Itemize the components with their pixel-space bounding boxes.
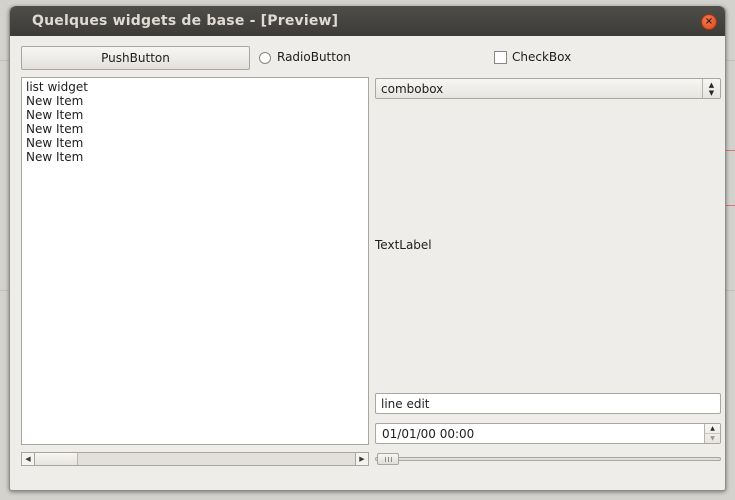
grip-line (385, 457, 386, 462)
list-item[interactable]: New Item (26, 136, 364, 150)
list-item[interactable]: New Item (26, 150, 364, 164)
datetime-value: 01/01/00 00:00 (382, 427, 475, 441)
close-icon[interactable]: × (701, 14, 717, 30)
title-bar: Quelques widgets de base - [Preview] × (10, 6, 725, 36)
list-item[interactable]: New Item (26, 108, 364, 122)
arrow-left-icon[interactable]: ◀ (22, 453, 35, 465)
preview-window: Quelques widgets de base - [Preview] × P… (9, 6, 726, 491)
window-title: Quelques widgets de base - [Preview] (32, 13, 339, 29)
background-line (726, 205, 735, 206)
combobox[interactable]: combobox ▲ ▼ (375, 78, 721, 99)
datetime-spinner[interactable]: ▲ ▼ (704, 424, 720, 443)
slider-groove (375, 457, 721, 461)
arrow-down-icon[interactable]: ▼ (705, 434, 720, 443)
slider-handle[interactable] (377, 453, 399, 465)
horizontal-slider[interactable] (375, 453, 721, 465)
radio-button-label[interactable]: RadioButton (277, 50, 351, 64)
updown-chevron-icon: ▲ ▼ (702, 79, 720, 98)
radio-button[interactable] (259, 52, 271, 64)
list-item[interactable]: list widget (26, 80, 364, 94)
grip-line (388, 457, 389, 462)
list-item[interactable]: New Item (26, 94, 364, 108)
combobox-value: combobox (381, 82, 444, 96)
list-widget[interactable]: list widget New Item New Item New Item N… (21, 77, 369, 445)
checkbox[interactable] (494, 51, 507, 64)
background-line (726, 150, 735, 151)
arrow-right-icon[interactable]: ▶ (355, 453, 368, 465)
line-edit[interactable] (375, 393, 721, 414)
arrow-up-icon[interactable]: ▲ (705, 424, 720, 434)
list-horizontal-scrollbar[interactable]: ◀ ▶ (21, 452, 369, 466)
scrollbar-thumb[interactable] (35, 453, 78, 465)
push-button[interactable]: PushButton (21, 46, 250, 70)
checkbox-label[interactable]: CheckBox (512, 50, 571, 64)
grip-line (391, 457, 392, 462)
list-item[interactable]: New Item (26, 122, 364, 136)
text-label: TextLabel (375, 238, 432, 252)
datetime-edit[interactable]: 01/01/00 00:00 ▲ ▼ (375, 423, 721, 444)
